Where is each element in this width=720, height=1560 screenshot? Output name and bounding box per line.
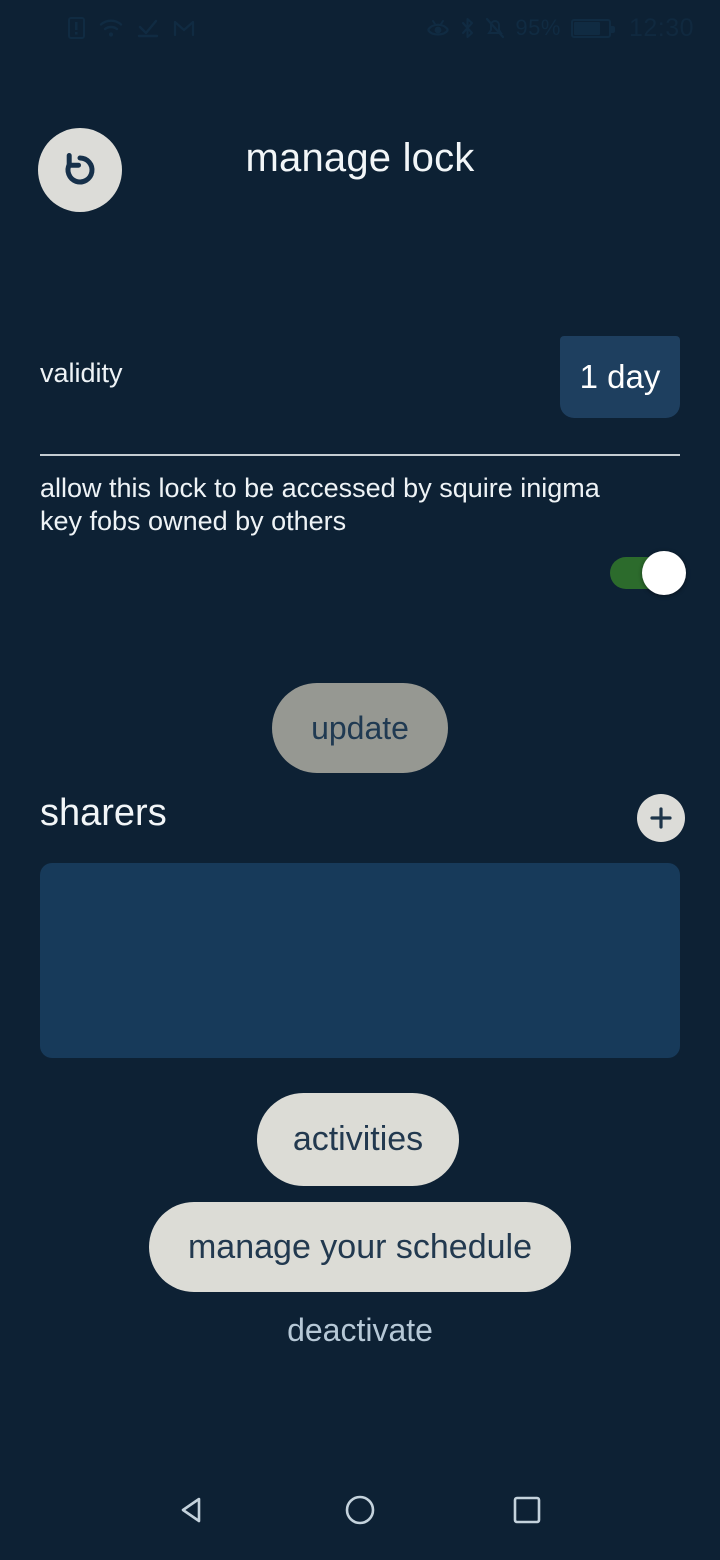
share-access-toggle[interactable] bbox=[610, 551, 686, 595]
bluetooth-icon bbox=[460, 17, 475, 39]
status-bar-right-icons: 95% 12:30 bbox=[426, 13, 694, 42]
app-screen: 95% 12:30 manage lock validity 1 day all… bbox=[0, 0, 720, 1560]
update-button-label: update bbox=[311, 709, 409, 746]
validity-label: validity bbox=[40, 358, 123, 388]
validity-row: validity 1 day bbox=[0, 336, 720, 418]
home-circle-icon bbox=[342, 1492, 378, 1528]
battery-percent-label: 95% bbox=[515, 15, 561, 40]
plus-icon bbox=[648, 805, 674, 831]
android-nav-bar bbox=[0, 1460, 720, 1560]
sharers-list[interactable] bbox=[40, 863, 680, 1058]
activities-button-label: activities bbox=[292, 1120, 424, 1158]
share-access-description: allow this lock to be accessed by squire… bbox=[40, 473, 600, 536]
deactivate-link[interactable]: deactivate bbox=[0, 1312, 720, 1349]
nav-home-button[interactable] bbox=[325, 1475, 395, 1545]
download-complete-icon bbox=[137, 18, 159, 38]
gmail-icon bbox=[173, 19, 195, 37]
clock-label: 12:30 bbox=[628, 13, 694, 42]
silent-mode-icon bbox=[485, 17, 505, 39]
manage-schedule-button-label: manage your schedule bbox=[187, 1227, 532, 1266]
recents-square-icon bbox=[509, 1492, 545, 1528]
validity-selected-value: 1 day bbox=[579, 358, 661, 395]
app-header: manage lock bbox=[0, 128, 720, 222]
toggle-thumb bbox=[642, 551, 686, 595]
battery-icon bbox=[570, 18, 615, 38]
sharers-title: sharers bbox=[40, 792, 167, 834]
section-divider bbox=[40, 454, 680, 456]
nav-back-button[interactable] bbox=[158, 1475, 228, 1545]
wifi-icon bbox=[99, 18, 123, 38]
validity-select[interactable]: 1 day bbox=[560, 336, 680, 418]
nav-recents-button[interactable] bbox=[492, 1475, 562, 1545]
sharers-header: sharers bbox=[0, 792, 720, 848]
back-triangle-icon bbox=[175, 1492, 211, 1528]
status-bar-left-icons bbox=[68, 17, 195, 39]
manage-schedule-button[interactable]: manage your schedule bbox=[149, 1202, 571, 1292]
status-bar: 95% 12:30 bbox=[0, 0, 720, 56]
update-button[interactable]: update bbox=[272, 683, 448, 773]
eye-comfort-icon bbox=[426, 18, 450, 38]
sim-card-icon bbox=[68, 17, 85, 39]
page-title: manage lock bbox=[245, 136, 475, 180]
activities-button[interactable]: activities bbox=[257, 1093, 459, 1186]
add-sharer-button[interactable] bbox=[637, 794, 685, 842]
